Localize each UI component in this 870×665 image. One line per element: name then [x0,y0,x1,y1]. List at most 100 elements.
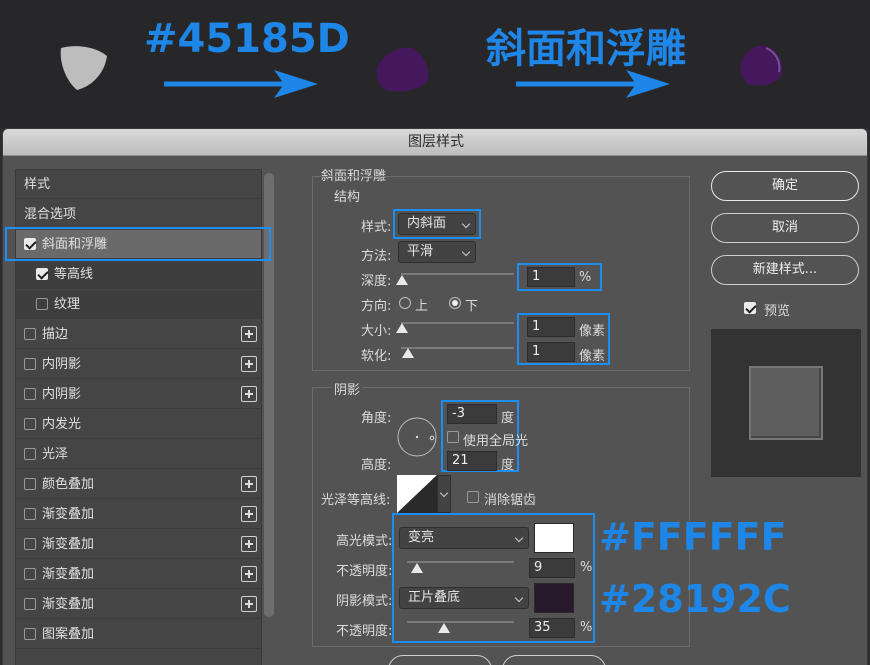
technique-select[interactable]: 平滑 [398,241,476,263]
style-list-item[interactable]: 混合选项 [16,200,261,229]
anti-alias-checkbox[interactable] [467,491,479,503]
add-effect-icon[interactable] [241,566,257,582]
style-list-item[interactable]: 纹理 [16,290,261,319]
altitude-input[interactable]: 21 [447,451,497,471]
style-list-label: 描边 [42,327,69,342]
add-effect-icon[interactable] [241,506,257,522]
style-checkbox[interactable] [24,508,36,520]
style-checkbox[interactable] [24,358,36,370]
add-effect-icon[interactable] [241,326,257,342]
angle-input[interactable]: -3 [447,404,497,424]
global-light-checkbox[interactable] [447,431,459,443]
style-list-item[interactable]: 内发光 [16,410,261,439]
soften-slider-track[interactable] [401,347,514,349]
tutorial-banner: #45185D 斜面和浮雕 [0,0,870,128]
size-input[interactable]: 1 [527,317,575,337]
shadow-opacity-input[interactable]: 35 [529,618,575,638]
angle-unit: 度 [501,411,515,426]
soften-label: 软化: [361,349,392,364]
style-list-label: 光泽 [42,447,69,462]
style-list-item[interactable]: 渐变叠加 [16,500,261,529]
depth-unit: % [579,270,592,285]
style-list-label: 渐变叠加 [42,537,95,552]
style-list-item[interactable]: 光泽 [16,440,261,469]
highlight-opacity-input[interactable]: 9 [529,558,575,578]
shadow-hex-annotation: #28192C [599,577,791,621]
style-list-item[interactable]: 内阴影 [16,350,261,379]
style-list-label: 等高线 [54,267,94,282]
shadow-color-swatch[interactable] [534,583,574,613]
style-checkbox[interactable] [24,328,36,340]
make-default-button[interactable] [388,655,492,665]
highlight-color-swatch[interactable] [534,523,574,553]
gloss-contour-dropdown[interactable] [437,475,451,513]
style-checkbox[interactable] [24,538,36,550]
cancel-button[interactable]: 取消 [711,213,859,243]
highlight-mode-select[interactable]: 变亮 [399,527,529,549]
style-checkbox[interactable] [36,268,48,280]
style-list-label: 样式 [24,177,51,192]
add-effect-icon[interactable] [241,596,257,612]
soften-input[interactable]: 1 [527,342,575,362]
size-slider-track[interactable] [401,322,514,324]
style-list-label: 内阴影 [42,357,82,372]
gloss-contour-preview[interactable] [397,475,437,513]
depth-slider-thumb[interactable] [396,275,409,285]
style-list-item[interactable]: 颜色叠加 [16,470,261,499]
chevron-down-icon [514,533,524,543]
shadow-mode-select[interactable]: 正片叠底 [399,587,529,609]
add-effect-icon[interactable] [241,356,257,372]
ok-button[interactable]: 确定 [711,171,859,201]
style-list-item[interactable]: 描边 [16,320,261,349]
angle-dial[interactable] [396,416,438,458]
style-list-label: 渐变叠加 [42,597,95,612]
style-checkbox[interactable] [36,298,48,310]
add-effect-icon[interactable] [241,386,257,402]
shadow-opacity-track[interactable] [407,621,514,623]
shadow-opacity-thumb[interactable] [438,623,451,633]
depth-input[interactable]: 1 [527,267,575,287]
preview-pane [711,329,861,477]
style-list-label: 混合选项 [24,207,77,222]
dialog-title[interactable]: 图层样式 [3,129,867,156]
direction-up-radio[interactable] [399,297,411,309]
style-list-item[interactable]: 内阴影 [16,380,261,409]
style-select[interactable]: 内斜面 [398,213,476,235]
depth-label: 深度: [361,274,392,289]
style-list-item[interactable]: 渐变叠加 [16,530,261,559]
size-slider-thumb[interactable] [396,323,409,333]
style-checkbox[interactable] [24,598,36,610]
shadow-opacity-unit: % [580,620,593,635]
structure-title: 结构 [332,186,363,205]
preview-label: 预览 [764,304,791,319]
style-list-item[interactable]: 渐变叠加 [16,590,261,619]
style-list-item[interactable]: 渐变叠加 [16,560,261,589]
direction-down-radio[interactable] [449,297,461,309]
highlight-hex-annotation: #FFFFFF [599,515,787,559]
purple-shape-icon [376,47,429,92]
gray-shape-icon [60,46,107,90]
style-checkbox[interactable] [24,568,36,580]
add-effect-icon[interactable] [241,536,257,552]
style-list-item[interactable]: 图案叠加 [16,620,261,649]
soften-slider-thumb[interactable] [401,348,414,358]
selected-style-highlight-box [5,227,271,261]
preview-checkbox[interactable] [744,302,756,314]
highlight-opacity-thumb[interactable] [410,563,423,573]
depth-slider-track[interactable] [401,273,514,275]
style-checkbox[interactable] [24,448,36,460]
soften-unit: 像素 [579,349,606,364]
style-checkbox[interactable] [24,628,36,640]
style-list-label: 内阴影 [42,387,82,402]
style-checkbox[interactable] [24,418,36,430]
style-checkbox[interactable] [24,478,36,490]
reset-default-button[interactable] [502,655,606,665]
add-effect-icon[interactable] [241,476,257,492]
new-style-button[interactable]: 新建样式... [711,255,859,285]
style-list-item[interactable]: 等高线 [16,260,261,289]
arrow-right-icon [164,70,318,98]
hex-label-purple: #45185D [144,16,350,62]
highlight-opacity-track[interactable] [407,561,514,563]
style-checkbox[interactable] [24,388,36,400]
size-unit: 像素 [579,324,606,339]
